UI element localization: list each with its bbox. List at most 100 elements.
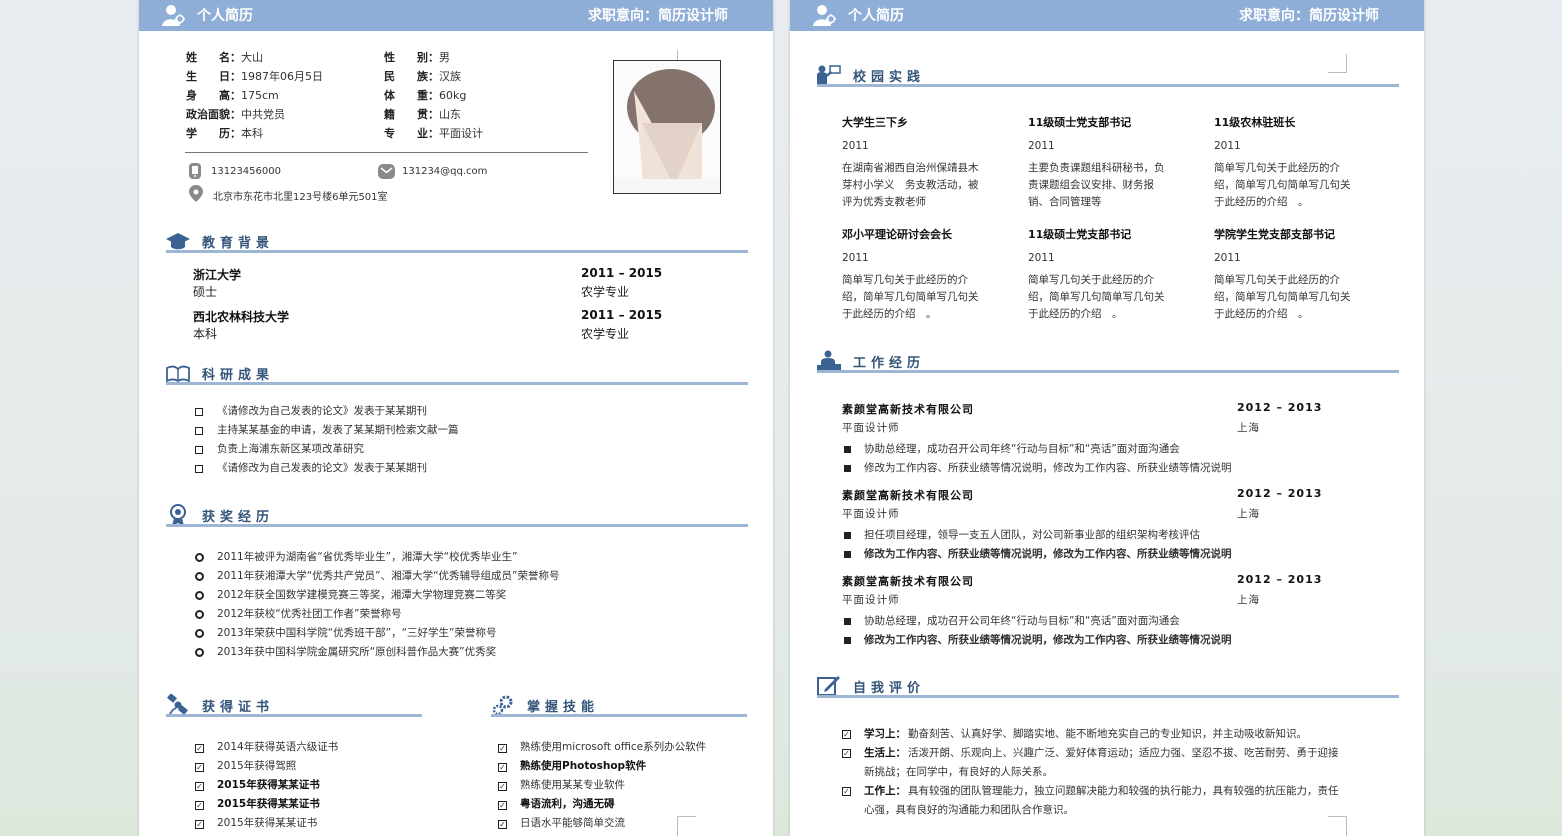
section-line bbox=[491, 714, 747, 717]
job-role: 平面设计师 bbox=[842, 508, 900, 520]
checkbox-icon: ✓ bbox=[842, 749, 851, 758]
section-title: 校园实践 bbox=[853, 70, 926, 85]
campus-title: 11级农林驻班长 bbox=[1214, 116, 1296, 129]
job-role: 平面设计师 bbox=[842, 422, 900, 434]
job-bullet-text: 协助总经理，成功召开公司年终“行动与目标”和“亮话”面对面沟通会 bbox=[864, 443, 1180, 455]
bullet-icon bbox=[195, 465, 203, 473]
bullet-icon: ✓ bbox=[498, 744, 507, 753]
section-line bbox=[817, 370, 1399, 373]
campus-card: 11级硕士党支部书记 2011 主要负责课题组科研秘书，负责课题组会议安排、财务报销… bbox=[1028, 114, 1198, 211]
evaluation-label: 学习上： bbox=[864, 728, 906, 740]
campus-card: 11级农林驻班长 2011 简单写几句关于此经历的介绍，简单写几句简单写几句关于此经… bbox=[1214, 114, 1384, 211]
bullet-icon bbox=[195, 610, 204, 619]
bullet-icon: ✓ bbox=[498, 820, 507, 829]
list-item-text: 2011年被评为湖南省“省优秀毕业生”，湘潭大学“校优秀毕业生” bbox=[217, 551, 518, 563]
list-item-text: 《请修改为自己发表的论文》发表于某某期刊 bbox=[217, 462, 427, 474]
evaluation-label: 生活上： bbox=[864, 747, 906, 759]
evaluation-text: 新挑战；在同学中，有良好的人际关系。 bbox=[864, 766, 1053, 778]
email-icon bbox=[378, 164, 395, 179]
campus-year: 2011 bbox=[1214, 140, 1241, 152]
section-title: 科研成果 bbox=[202, 368, 275, 383]
user-icon bbox=[162, 5, 185, 26]
info-row: 身 高：175cm bbox=[186, 84, 279, 103]
info-label: 籍 贯： bbox=[384, 108, 439, 121]
evaluation-label: 工作上： bbox=[864, 785, 906, 797]
edit-note-icon bbox=[817, 676, 840, 696]
section-title: 获得证书 bbox=[202, 700, 275, 715]
list-item-text: 《请修改为自己发表的论文》发表于某某期刊 bbox=[217, 405, 427, 417]
award-medal-icon bbox=[170, 504, 186, 526]
info-row: 生 日：1987年06月5日 bbox=[186, 65, 323, 84]
square-bullet-icon bbox=[844, 637, 851, 644]
square-bullet-icon bbox=[844, 465, 851, 472]
major: 农学专业 bbox=[581, 285, 630, 299]
list-item-text: 熟练使用某某专业软件 bbox=[520, 779, 625, 791]
resume-page-2: 个人简历 求职意向：简历设计师 校园实践 大学生三下乡 2011 在湖南省湘西自治州… bbox=[790, 0, 1424, 836]
section-line bbox=[166, 524, 748, 527]
header-title: 个人简历 bbox=[197, 8, 253, 24]
graduation-cap-icon bbox=[166, 233, 190, 250]
job-entry: 素颜堂高新技术有限公司 2012 – 2013 平面设计师 上海 协助总经理，成功召开公… bbox=[842, 401, 1402, 481]
evaluation-text: 活泼开朗、乐观向上、兴趣广泛、爱好体育运动；适应力强、坚忍不拔、吃苦耐劳、勇于迎… bbox=[908, 747, 1339, 759]
campus-year: 2011 bbox=[1028, 252, 1055, 264]
job-city: 上海 bbox=[1237, 422, 1260, 434]
job-bullet-text: 修改为工作内容、所获业绩等情况说明，修改为工作内容、所获业绩等情况说明 bbox=[864, 462, 1232, 474]
evaluation-text: 心强，具有良好的沟通能力和团队合作意识。 bbox=[864, 804, 1074, 816]
divider bbox=[185, 152, 588, 153]
job-bullet-text: 担任项目经理，领导一支五人团队，对公司新事业部的组织架构考核评估 bbox=[864, 529, 1200, 541]
job-bullet-text: 修改为工作内容、所获业绩等情况说明，修改为工作内容、所获业绩等情况说明 bbox=[864, 548, 1232, 560]
job-entry: 素颜堂高新技术有限公司 2012 – 2013 平面设计师 上海 担任项目经理，领导一支… bbox=[842, 487, 1402, 567]
info-label: 体 重： bbox=[384, 89, 439, 102]
job-years: 2012 – 2013 bbox=[1237, 401, 1323, 414]
list-item-text: 2015年获得某某证书 bbox=[217, 798, 320, 810]
page-header: 个人简历 求职意向：简历设计师 bbox=[139, 0, 773, 31]
info-row: 籍 贯：山东 bbox=[384, 103, 461, 122]
list-item-text: 2015年获得某某证书 bbox=[217, 779, 320, 791]
bullet-icon bbox=[195, 427, 203, 435]
info-value: 男 bbox=[439, 51, 450, 64]
worker-icon bbox=[817, 350, 841, 371]
section-title: 自我评价 bbox=[853, 681, 926, 696]
job-bullet-text: 协助总经理，成功召开公司年终“行动与目标”和“亮话”面对面沟通会 bbox=[864, 615, 1180, 627]
info-row: 体 重：60kg bbox=[384, 84, 466, 103]
job-years: 2012 – 2013 bbox=[1237, 487, 1323, 500]
list-item-text: 负责上海浦东新区某项改革研究 bbox=[217, 443, 364, 455]
campus-title: 11级硕士党支部书记 bbox=[1028, 116, 1132, 129]
list-item-text: 2013年获中国科学院金属研究所“原创科普作品大赛”优秀奖 bbox=[217, 646, 497, 658]
email-address: 131234@qq.com bbox=[402, 166, 488, 177]
checkbox-icon: ✓ bbox=[842, 730, 851, 739]
list-item-text: 熟练使用Photoshop软件 bbox=[520, 760, 647, 772]
section-title: 工作经历 bbox=[853, 356, 926, 371]
margin-mark bbox=[677, 816, 696, 836]
info-row: 民 族：汉族 bbox=[384, 65, 461, 84]
satellite-icon bbox=[167, 694, 188, 715]
campus-card: 大学生三下乡 2011 在湖南省湘西自治州保靖县木芽村小学义 务支教活动，被评为优秀… bbox=[842, 114, 1012, 211]
info-value: 中共党员 bbox=[241, 108, 285, 121]
page-header: 个人简历 求职意向：简历设计师 bbox=[790, 0, 1424, 31]
info-label: 生 日： bbox=[186, 70, 241, 83]
list-item-text: 日语水平能够简单交流 bbox=[520, 817, 625, 829]
list-item-text: 2014年获得英语六级证书 bbox=[217, 741, 339, 753]
square-bullet-icon bbox=[844, 618, 851, 625]
section-title: 获奖经历 bbox=[202, 510, 275, 525]
info-label: 民 族： bbox=[384, 70, 439, 83]
campus-desc: 在湖南省湘西自治州保靖县木芽村小学义 务支教活动，被评为优秀支教老师 bbox=[842, 162, 979, 208]
campus-grid: 大学生三下乡 2011 在湖南省湘西自治州保靖县木芽村小学义 务支教活动，被评为优秀… bbox=[842, 114, 1402, 334]
header-title: 个人简历 bbox=[848, 8, 904, 24]
margin-mark bbox=[1328, 54, 1347, 73]
evaluation-text: 勤奋刻苦、认真好学、脚踏实地、能不断地充实自己的专业知识，并主动吸收新知识。 bbox=[908, 728, 1307, 740]
bullet-icon bbox=[195, 446, 203, 454]
job-role: 平面设计师 bbox=[842, 594, 900, 606]
job-city: 上海 bbox=[1237, 508, 1260, 520]
info-row: 性 别：男 bbox=[384, 46, 450, 65]
campus-year: 2011 bbox=[1214, 252, 1241, 264]
location-pin-icon bbox=[189, 185, 203, 202]
info-label: 学 历： bbox=[186, 127, 241, 140]
campus-year: 2011 bbox=[842, 252, 869, 264]
bullet-icon bbox=[195, 408, 203, 416]
profile-photo-icon bbox=[614, 61, 720, 193]
section-line bbox=[166, 714, 422, 717]
home-address: 北京市东花市北里123号楼6单元501室 bbox=[213, 192, 388, 203]
job-intention: 求职意向：简历设计师 bbox=[588, 8, 728, 24]
list-item-text: 主持某某基金的申请，发表了某某期刊检索文献一篇 bbox=[217, 424, 459, 436]
